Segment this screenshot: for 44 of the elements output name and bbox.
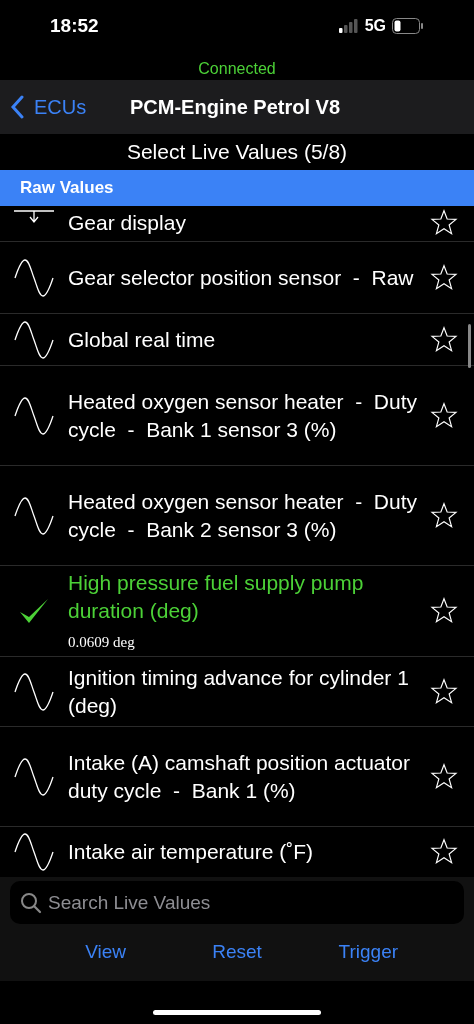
sine-wave-icon: [14, 832, 54, 872]
toolbar-button[interactable]: Trigger: [338, 938, 399, 967]
back-button[interactable]: ECUs: [0, 92, 87, 122]
chevron-left-icon: [10, 95, 24, 119]
scroll-indicator: [468, 324, 471, 368]
favorite-star-icon[interactable]: [430, 263, 458, 292]
sine-wave-icon: [14, 495, 54, 536]
network-label: 5G: [364, 16, 386, 36]
live-value-label[interactable]: Heated oxygen sensor heater - Duty cycle - Bank 2 sensor 3 (%): [68, 487, 418, 544]
sine-wave-icon: [14, 319, 54, 360]
favorite-star-icon[interactable]: [430, 401, 458, 430]
live-value-label[interactable]: Intake (A) camshaft position actuator duty cycle - Bank 1 (%): [68, 748, 418, 805]
toolbar-button[interactable]: Reset: [212, 938, 262, 967]
favorite-star-icon[interactable]: [430, 762, 458, 791]
sine-wave-icon: [14, 671, 54, 712]
sine-wave-icon: [14, 756, 54, 797]
live-value-label[interactable]: Intake air temperature (˚F): [68, 838, 418, 866]
gear-display-icon: [14, 208, 54, 224]
live-value-label[interactable]: Ignition timing advance for cylinder 1 (deg): [68, 663, 418, 720]
live-value-label[interactable]: Gear selector position sensor - Raw: [68, 263, 418, 292]
page-subtitle: Select Live Values (5/8): [126, 139, 348, 166]
search-icon: [20, 892, 42, 914]
favorite-star-icon[interactable]: [430, 677, 458, 706]
favorite-star-icon[interactable]: [430, 597, 458, 625]
section-header: Raw Values: [0, 170, 474, 206]
checkmark-icon: [19, 598, 49, 624]
live-value-reading: 0.0609 deg: [68, 632, 136, 652]
signal-icon: [338, 19, 359, 33]
live-value-label[interactable]: Gear display: [68, 209, 418, 237]
sine-wave-icon: [14, 257, 54, 298]
live-value-label[interactable]: High pressure fuel supply pump duration (deg): [68, 568, 418, 625]
favorite-star-icon[interactable]: [430, 209, 458, 237]
sine-wave-icon: [14, 395, 54, 436]
live-value-label[interactable]: Heated oxygen sensor heater - Duty cycle - Bank 1 sensor 3 (%): [68, 387, 418, 444]
screen-title: PCM-Engine Petrol V8: [130, 95, 341, 120]
search-field[interactable]: Search Live Values: [10, 881, 464, 924]
favorite-star-icon[interactable]: [430, 838, 458, 866]
favorite-star-icon[interactable]: [430, 325, 458, 354]
status-time: 18:52: [50, 13, 99, 38]
favorite-star-icon[interactable]: [430, 501, 458, 530]
connection-status: Connected: [198, 59, 276, 79]
toolbar-button[interactable]: View: [85, 938, 127, 967]
battery-icon: [392, 18, 424, 34]
live-value-label[interactable]: Global real time: [68, 325, 418, 354]
